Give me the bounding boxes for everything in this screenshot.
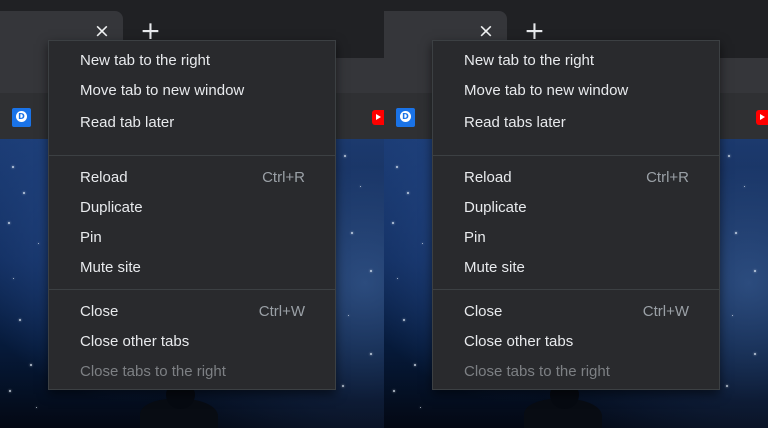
keyboard-shortcut: Ctrl+W [642, 303, 689, 320]
menu-item-pin[interactable]: Pin [49, 223, 335, 253]
youtube-icon[interactable] [372, 110, 384, 125]
menu-item-mute-site[interactable]: Mute site [433, 253, 719, 283]
menu-item-label: Move tab to new window [464, 82, 629, 99]
menu-item-reload[interactable]: Reload Ctrl+R [49, 163, 335, 193]
star [12, 166, 14, 168]
star [407, 192, 409, 194]
star [403, 319, 405, 321]
star [19, 319, 21, 321]
star [8, 222, 10, 224]
menu-item-label: Read tab later [80, 114, 175, 131]
star [342, 385, 344, 387]
side-by-side-browser-context-menus: × + New tab to the right [0, 0, 768, 428]
star [344, 155, 346, 157]
star [392, 222, 394, 224]
menu-item-close[interactable]: Close Ctrl+W [49, 297, 335, 327]
menu-item-label: New tab to the right [80, 52, 211, 69]
menu-item-label: Close tabs to the right [464, 363, 610, 380]
star [732, 315, 733, 316]
star [38, 243, 39, 244]
menu-item-label: Read tabs later [464, 114, 566, 131]
star [370, 353, 372, 355]
star [348, 315, 349, 316]
menu-item-duplicate[interactable]: Duplicate [49, 193, 335, 223]
star [370, 270, 372, 272]
keyboard-shortcut: Ctrl+R [262, 169, 305, 186]
person-silhouette [524, 381, 602, 428]
right-browser-panel: × + New tab to the right [384, 0, 768, 428]
menu-item-label: Reload [80, 169, 128, 186]
menu-item-pin[interactable]: Pin [433, 223, 719, 253]
menu-item-reload[interactable]: Reload Ctrl+R [433, 163, 719, 193]
star [23, 192, 25, 194]
menu-item-label: Reload [464, 169, 512, 186]
menu-item-label: Duplicate [80, 199, 143, 216]
menu-item-label: Mute site [464, 259, 525, 276]
menu-item-move-to-new-window[interactable]: Move tab to new window [49, 76, 335, 106]
menu-separator [49, 289, 335, 290]
menu-item-label: Close other tabs [80, 333, 190, 350]
star [744, 186, 745, 187]
bookmark-d-icon[interactable] [396, 108, 415, 127]
menu-separator [49, 155, 335, 156]
star [36, 407, 37, 408]
menu-item-label: Close [464, 303, 503, 320]
star [397, 278, 398, 279]
menu-separator [433, 289, 719, 290]
menu-item-duplicate[interactable]: Duplicate [433, 193, 719, 223]
star [9, 390, 11, 392]
menu-item-new-tab-right[interactable]: New tab to the right [433, 46, 719, 76]
star [414, 364, 416, 366]
close-icon[interactable]: × [478, 22, 494, 41]
menu-separator [433, 155, 719, 156]
star [396, 166, 398, 168]
menu-item-label: Duplicate [464, 199, 527, 216]
left-browser-panel: × + New tab to the right [0, 0, 384, 428]
star [726, 385, 728, 387]
star [393, 390, 395, 392]
tab-context-menu: New tab to the right Move tab to new win… [432, 40, 720, 390]
close-icon[interactable]: × [94, 22, 110, 41]
youtube-icon[interactable] [756, 110, 768, 125]
menu-item-close[interactable]: Close Ctrl+W [433, 297, 719, 327]
menu-item-label: New tab to the right [464, 52, 595, 69]
menu-item-label: Close tabs to the right [80, 363, 226, 380]
tab-context-menu: New tab to the right Move tab to new win… [48, 40, 336, 390]
star [422, 243, 423, 244]
star [30, 364, 32, 366]
menu-item-close-tabs-right: Close tabs to the right [433, 357, 719, 387]
star [13, 278, 14, 279]
bookmark-d-icon[interactable] [12, 108, 31, 127]
menu-item-label: Close [80, 303, 119, 320]
star [360, 186, 361, 187]
menu-item-label: Mute site [80, 259, 141, 276]
menu-item-close-tabs-right: Close tabs to the right [49, 357, 335, 387]
menu-item-read-later[interactable]: Read tab later [49, 108, 335, 138]
star [754, 270, 756, 272]
menu-item-label: Pin [464, 229, 486, 246]
menu-item-close-other-tabs[interactable]: Close other tabs [433, 327, 719, 357]
menu-item-new-tab-right[interactable]: New tab to the right [49, 46, 335, 76]
star [735, 232, 737, 234]
star [420, 407, 421, 408]
star [728, 155, 730, 157]
menu-item-label: Pin [80, 229, 102, 246]
star [351, 232, 353, 234]
menu-item-label: Move tab to new window [80, 82, 245, 99]
menu-item-label: Close other tabs [464, 333, 574, 350]
keyboard-shortcut: Ctrl+R [646, 169, 689, 186]
star [754, 353, 756, 355]
keyboard-shortcut: Ctrl+W [258, 303, 305, 320]
menu-item-mute-site[interactable]: Mute site [49, 253, 335, 283]
menu-item-move-to-new-window[interactable]: Move tab to new window [433, 76, 719, 106]
person-silhouette [140, 381, 218, 428]
menu-item-close-other-tabs[interactable]: Close other tabs [49, 327, 335, 357]
menu-item-read-later[interactable]: Read tabs later [433, 108, 719, 138]
